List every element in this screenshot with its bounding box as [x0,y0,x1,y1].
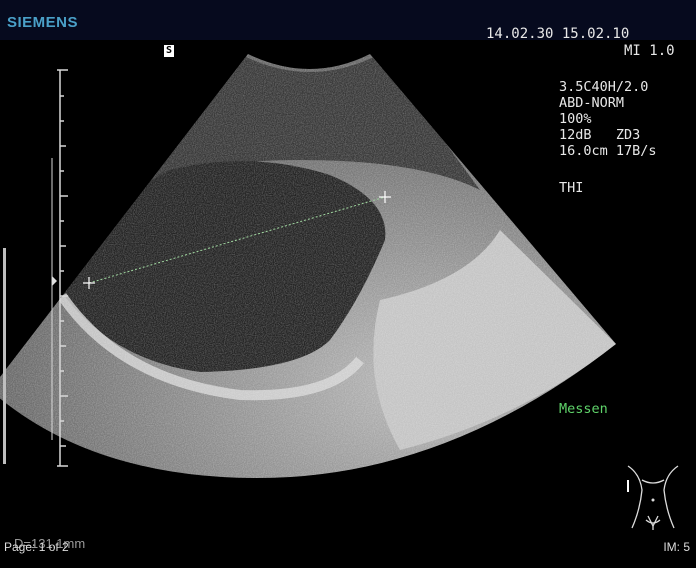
depth-framerate-setting: 16.0cm 17B/s [559,143,657,159]
focus-marker [52,276,57,286]
page-indicator: Page: 1 of 2 [4,540,69,554]
probe-setting: 3.5C40H/2.0 [559,79,649,95]
mode-label: THI [559,180,584,196]
power-setting: 100% [559,111,592,127]
body-marker-icon [627,465,679,530]
imaging-parameters: 3.5C40H/2.0 ABD-NORM 100% 12dB ZD3 16.0c… [559,79,657,159]
gain-zoom-setting: 12dB ZD3 [559,127,641,143]
measure-mode-label[interactable]: Messen [559,401,608,417]
orientation-marker: S [164,45,174,57]
preset-setting: ABD-NORM [559,95,625,111]
gray-scale-bar [3,248,6,464]
image-number: IM: 5 [663,540,690,554]
